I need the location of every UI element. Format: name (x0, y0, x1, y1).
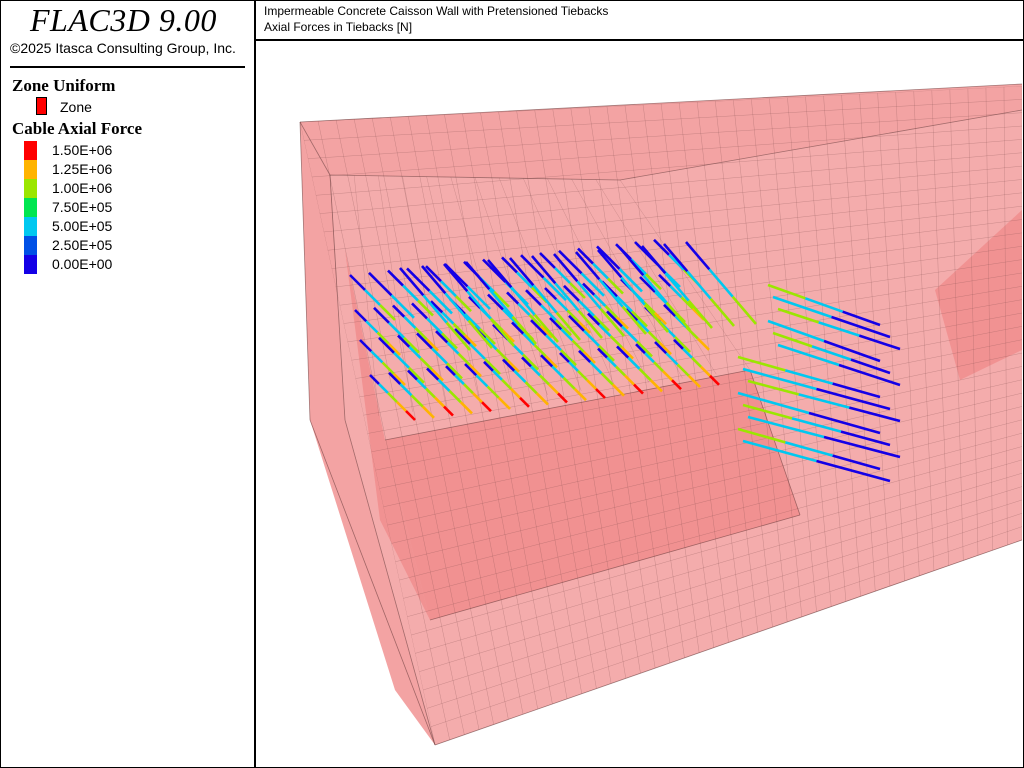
ramp-swatch (24, 198, 37, 217)
zone-color-swatch (36, 97, 47, 115)
ramp-swatch (24, 141, 37, 160)
ramp-label: 1.25E+06 (52, 161, 113, 177)
ramp-label: 7.50E+05 (52, 199, 113, 215)
ramp-swatch (24, 255, 37, 274)
ramp-label: 0.00E+00 (52, 256, 113, 272)
ramp-swatch (24, 236, 37, 255)
ramp-label: 1.00E+06 (52, 180, 113, 196)
ramp-label: 2.50E+05 (52, 237, 113, 253)
plot-title: Impermeable Concrete Caisson Wall with P… (264, 4, 609, 18)
copyright-text: ©2025 Itasca Consulting Group, Inc. (10, 40, 236, 56)
model-view[interactable] (258, 42, 1022, 766)
cable-legend-heading: Cable Axial Force (12, 119, 142, 138)
app-title: FLAC3D 9.00 (30, 2, 217, 38)
ramp-swatch (24, 179, 37, 198)
legend-panel: FLAC3D 9.00 ©2025 Itasca Consulting Grou… (0, 0, 256, 768)
zone-legend-heading: Zone Uniform (12, 76, 116, 95)
ramp-swatch (24, 217, 37, 236)
title-divider (10, 66, 245, 68)
model-viewport[interactable] (258, 42, 1022, 766)
ramp-swatch (24, 160, 37, 179)
zone-legend-label: Zone (60, 99, 92, 115)
ramp-label: 5.00E+05 (52, 218, 113, 234)
ramp-label: 1.50E+06 (52, 142, 113, 158)
plot-subtitle: Axial Forces in Tiebacks [N] (264, 20, 413, 34)
